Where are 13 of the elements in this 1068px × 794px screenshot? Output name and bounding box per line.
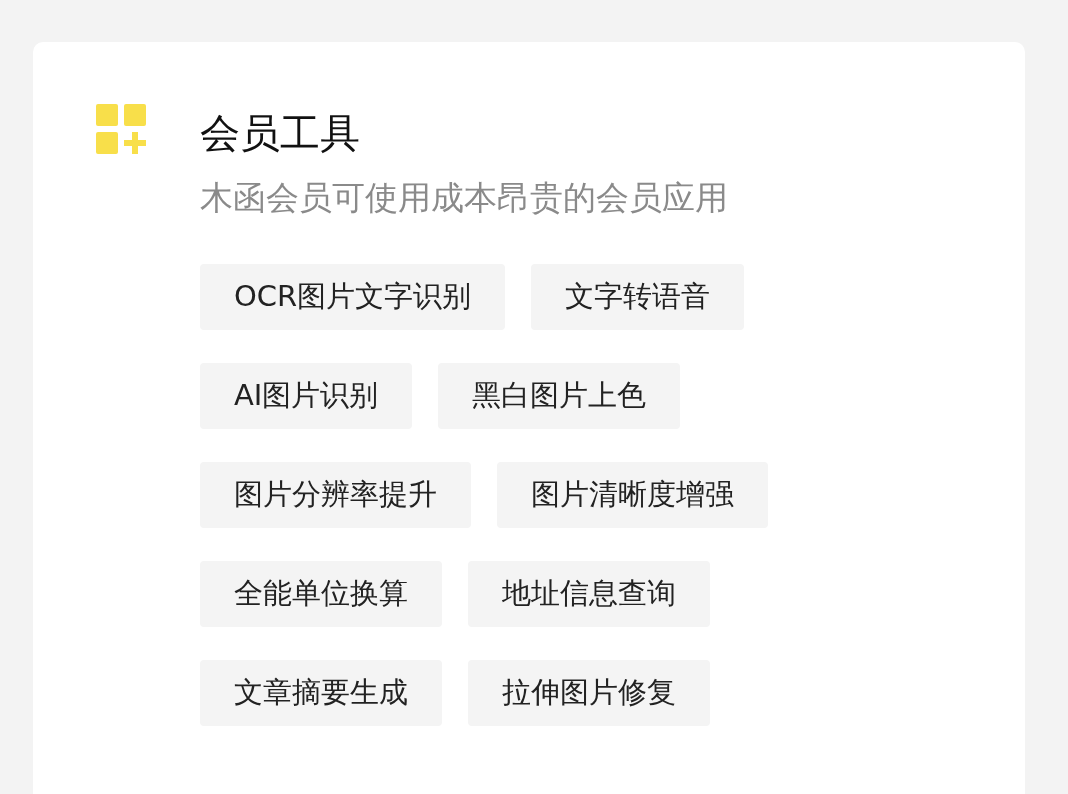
section-subtitle: 木函会员可使用成本昂贵的会员应用 (200, 177, 729, 219)
tool-button[interactable]: AI图片识别 (200, 363, 413, 429)
tool-button[interactable]: OCR图片文字识别 (200, 264, 506, 330)
tool-button[interactable]: 地址信息查询 (468, 561, 710, 627)
section-title: 会员工具 (200, 109, 361, 158)
tool-button[interactable]: 拉伸图片修复 (468, 660, 710, 726)
grid-plus-icon (96, 104, 146, 154)
tool-button[interactable]: 全能单位换算 (200, 561, 442, 627)
tool-button[interactable]: 图片清晰度增强 (497, 462, 768, 528)
tool-button[interactable]: 图片分辨率提升 (200, 462, 471, 528)
tool-button[interactable]: 文章摘要生成 (200, 660, 442, 726)
tool-button[interactable]: 文字转语音 (531, 264, 745, 330)
tool-button[interactable]: 黑白图片上色 (438, 363, 681, 429)
